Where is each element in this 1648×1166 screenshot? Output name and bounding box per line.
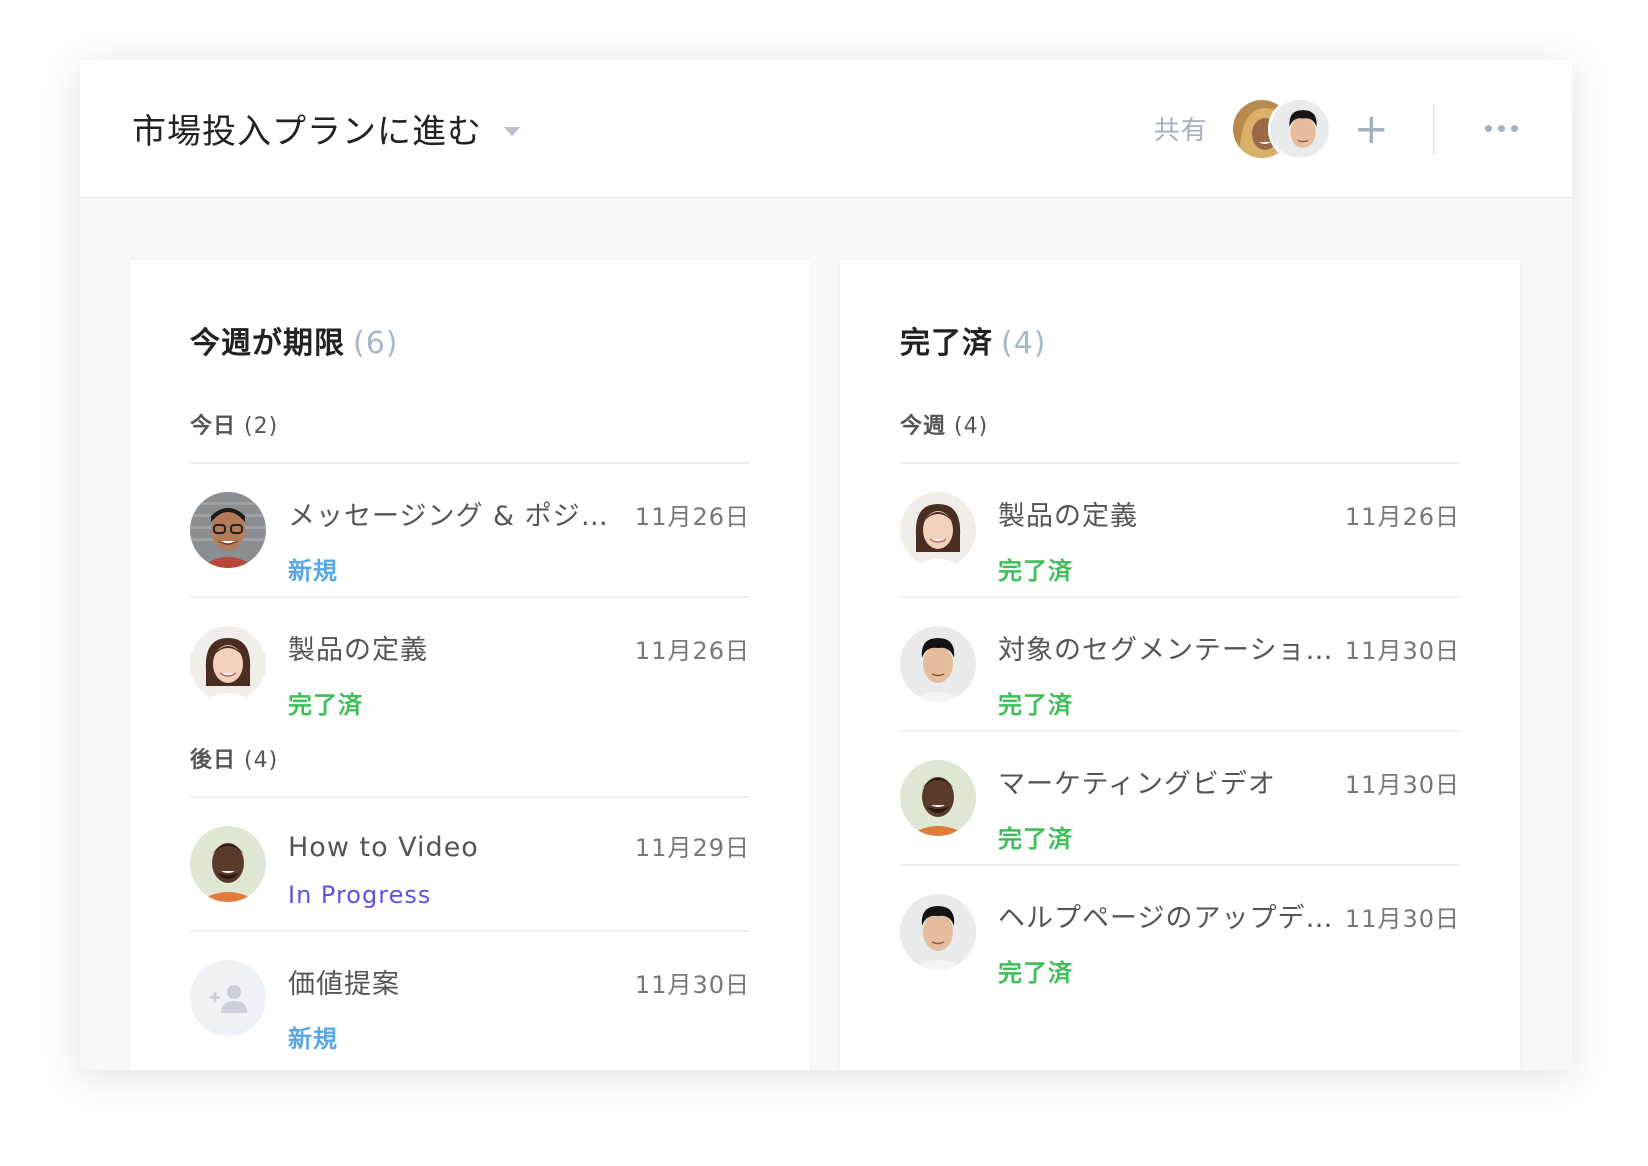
task-date: 11月26日 <box>634 503 750 531</box>
task-body: 製品の定義 11月26日 完了済 <box>998 492 1460 586</box>
add-person-icon <box>210 985 247 1013</box>
task-title[interactable]: 製品の定義 <box>288 628 623 667</box>
task-date: 11月30日 <box>1344 637 1460 665</box>
status-badge[interactable]: In Progress <box>288 881 750 909</box>
task-title[interactable]: 製品の定義 <box>998 494 1333 533</box>
task-date: 11月29日 <box>634 834 750 862</box>
avatar <box>900 894 976 970</box>
task-date: 11月30日 <box>634 971 750 999</box>
task-line: 製品の定義 11月26日 <box>998 494 1460 533</box>
task-title[interactable]: ヘルプページのアップデート <box>998 896 1333 935</box>
task-title[interactable]: How to Video <box>288 832 623 863</box>
group-label-today: 今日 (2) <box>190 408 750 464</box>
task-row[interactable]: 製品の定義 11月26日 完了済 <box>900 464 1460 598</box>
task-row[interactable]: ヘルプページのアップデート 11月30日 完了済 <box>900 866 1460 1000</box>
task-row[interactable]: マーケティングビデオ 11月30日 完了済 <box>900 732 1460 866</box>
task-body: How to Video 11月29日 In Progress <box>288 826 750 909</box>
task-row[interactable]: 製品の定義 11月26日 完了済 <box>190 598 750 732</box>
dot-icon <box>1511 125 1518 132</box>
dot-icon <box>1498 125 1505 132</box>
task-body: 価値提案 11月30日 新規 <box>288 960 750 1054</box>
task-line: ヘルプページのアップデート 11月30日 <box>998 896 1460 935</box>
group-label-text: 今週 <box>900 414 947 439</box>
due-this-week-panel: 今週が期限(6) 今日 (2) メッセージング & ポジショニング 11月26日 … <box>130 260 810 1070</box>
task-title[interactable]: 価値提案 <box>288 962 623 1001</box>
panel-title: 完了済 (4) <box>900 318 1460 362</box>
task-body: ヘルプページのアップデート 11月30日 完了済 <box>998 894 1460 988</box>
shared-members[interactable] <box>1229 96 1332 161</box>
share-label[interactable]: 共有 <box>1154 110 1208 147</box>
task-body: 製品の定義 11月26日 完了済 <box>288 626 750 720</box>
completed-panel: 完了済 (4) 今週 (4) 製品の定義 11月26日 完了済 対象のセグメンテーシ… <box>840 260 1520 1070</box>
unassigned-avatar[interactable] <box>190 960 266 1036</box>
task-line: メッセージング & ポジショニング 11月26日 <box>288 494 750 533</box>
more-options-button[interactable] <box>1479 119 1524 138</box>
group-label-later: 後日 (4) <box>190 742 750 798</box>
task-row[interactable]: メッセージング & ポジショニング 11月26日 新規 <box>190 464 750 598</box>
task-body: メッセージング & ポジショニング 11月26日 新規 <box>288 492 750 586</box>
status-badge[interactable]: 新規 <box>288 1019 750 1054</box>
task-line: 価値提案 11月30日 <box>288 962 750 1001</box>
status-badge[interactable]: 完了済 <box>998 819 1460 854</box>
group-label-text: 後日 <box>190 748 237 773</box>
avatar <box>900 492 976 568</box>
project-title[interactable]: 市場投入プランに進む <box>132 104 482 153</box>
header-divider <box>1433 103 1435 154</box>
group-label-text: 今日 <box>190 414 237 439</box>
task-title[interactable]: メッセージング & ポジショニング <box>288 494 623 533</box>
task-date: 11月30日 <box>1344 771 1460 799</box>
status-badge[interactable]: 完了済 <box>288 685 750 720</box>
avatar <box>190 492 266 568</box>
task-line: How to Video 11月29日 <box>288 828 750 863</box>
status-badge[interactable]: 新規 <box>288 551 750 586</box>
dot-icon <box>1485 125 1492 132</box>
panel-title: 今週が期限 (6) <box>190 318 750 362</box>
task-date: 11月30日 <box>1344 905 1460 933</box>
avatar <box>190 626 266 702</box>
avatar[interactable] <box>1267 96 1332 161</box>
project-window: 市場投入プランに進む 共有 + 今週が期限 (6) 今日 (2) メッセージング & <box>80 60 1572 1070</box>
panel-count: (6) <box>353 326 399 361</box>
task-line: 製品の定義 11月26日 <box>288 628 750 667</box>
task-body: 対象のセグメンテーション 11月30日 完了済 <box>998 626 1460 720</box>
task-line: 対象のセグメンテーション 11月30日 <box>998 628 1460 667</box>
status-badge[interactable]: 完了済 <box>998 685 1460 720</box>
group-count: (4) <box>244 748 279 773</box>
chevron-down-icon[interactable] <box>504 127 520 136</box>
task-row[interactable]: 価値提案 11月30日 新規 <box>190 932 750 1066</box>
task-title[interactable]: マーケティングビデオ <box>998 762 1333 801</box>
avatar <box>900 626 976 702</box>
task-title[interactable]: 対象のセグメンテーション <box>998 628 1333 667</box>
add-member-button[interactable]: + <box>1354 107 1389 150</box>
task-date: 11月26日 <box>1344 503 1460 531</box>
panel-title-text: 完了済 <box>900 326 993 361</box>
group-count: (2) <box>244 414 279 439</box>
avatar <box>900 760 976 836</box>
status-badge[interactable]: 完了済 <box>998 551 1460 586</box>
panel-count: (4) <box>1001 326 1047 361</box>
task-date: 11月26日 <box>634 637 750 665</box>
task-row[interactable]: How to Video 11月29日 In Progress <box>190 798 750 932</box>
task-row[interactable]: 対象のセグメンテーション 11月30日 完了済 <box>900 598 1460 732</box>
group-count: (4) <box>954 414 989 439</box>
group-label-this-week: 今週 (4) <box>900 408 1460 464</box>
panel-title-text: 今週が期限 <box>190 326 345 361</box>
project-header: 市場投入プランに進む 共有 + <box>80 60 1572 198</box>
status-badge[interactable]: 完了済 <box>998 953 1460 988</box>
task-line: マーケティングビデオ 11月30日 <box>998 762 1460 801</box>
avatar <box>190 826 266 902</box>
task-body: マーケティングビデオ 11月30日 完了済 <box>998 760 1460 854</box>
